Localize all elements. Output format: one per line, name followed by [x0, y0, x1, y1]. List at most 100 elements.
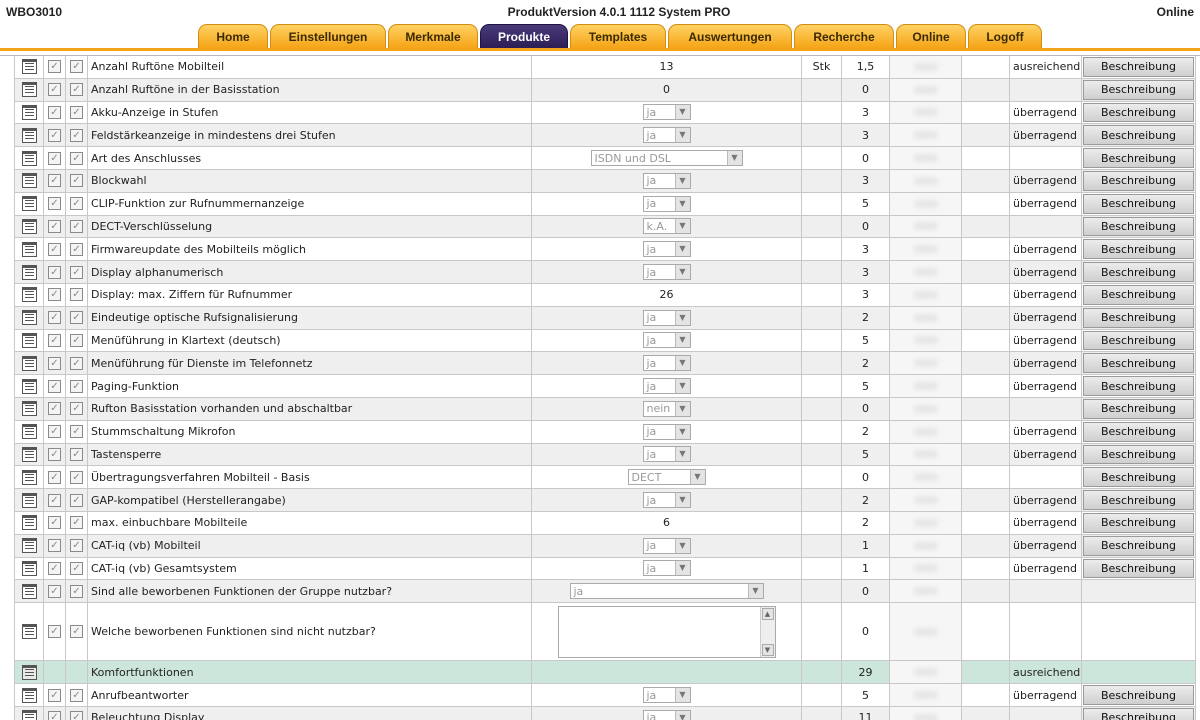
- active-checkbox[interactable]: ✓: [48, 174, 61, 188]
- checkbox-cell-active[interactable]: ✓: [44, 329, 66, 353]
- feature-value-cell[interactable]: 6: [532, 512, 802, 535]
- visible-checkbox[interactable]: ✓: [70, 402, 83, 416]
- chevron-down-icon[interactable]: ▼: [674, 401, 690, 416]
- tab-templates[interactable]: Templates: [570, 24, 666, 48]
- edit-document-icon[interactable]: [21, 378, 37, 394]
- value-select[interactable]: nein ▼: [642, 400, 691, 417]
- visible-checkbox[interactable]: ✓: [70, 105, 83, 119]
- checkbox-cell-visible[interactable]: ✓: [66, 375, 88, 398]
- value-select[interactable]: ja ▼: [642, 195, 691, 212]
- checkbox-cell-active[interactable]: ✓: [44, 170, 66, 193]
- description-button[interactable]: Beschreibung: [1083, 239, 1194, 260]
- checkbox-cell-visible[interactable]: ✓: [66, 78, 88, 102]
- feature-value-cell[interactable]: nein ▼: [532, 398, 802, 421]
- feature-value-cell[interactable]: ja ▼: [532, 101, 802, 125]
- edit-document-icon[interactable]: [21, 687, 37, 703]
- doc-icon-cell[interactable]: [14, 124, 44, 148]
- feature-value-cell[interactable]: ja ▼: [532, 707, 802, 720]
- feature-value-cell[interactable]: ja ▼: [532, 261, 802, 284]
- chevron-down-icon[interactable]: ▼: [674, 379, 690, 394]
- doc-icon-cell[interactable]: [14, 580, 44, 604]
- description-button[interactable]: Beschreibung: [1083, 330, 1194, 351]
- value-select[interactable]: DECT ▼: [627, 469, 706, 486]
- value-text[interactable]: 13: [660, 60, 674, 73]
- active-checkbox[interactable]: ✓: [48, 333, 61, 347]
- feature-value-cell[interactable]: 0: [532, 78, 802, 102]
- visible-checkbox[interactable]: ✓: [70, 470, 83, 484]
- checkbox-cell-active[interactable]: ✓: [44, 215, 66, 239]
- checkbox-cell-active[interactable]: ✓: [44, 512, 66, 535]
- description-button-cell[interactable]: Beschreibung: [1082, 192, 1196, 216]
- feature-value-cell[interactable]: k.A. ▼: [532, 215, 802, 239]
- visible-checkbox[interactable]: ✓: [70, 711, 83, 720]
- checkbox-cell-active[interactable]: ✓: [44, 101, 66, 125]
- feature-value-cell[interactable]: ja ▼: [532, 352, 802, 376]
- doc-icon-cell[interactable]: [14, 557, 44, 581]
- active-checkbox[interactable]: ✓: [48, 539, 61, 553]
- description-button[interactable]: Beschreibung: [1083, 125, 1194, 146]
- active-checkbox[interactable]: ✓: [48, 105, 61, 119]
- value-select[interactable]: ja ▼: [642, 378, 691, 395]
- checkbox-cell-visible[interactable]: ✓: [66, 684, 88, 707]
- edit-document-icon[interactable]: [21, 710, 37, 720]
- doc-icon-cell[interactable]: [14, 603, 44, 662]
- description-button[interactable]: Beschreibung: [1083, 307, 1194, 328]
- scroll-up-icon[interactable]: ▲: [761, 607, 774, 620]
- checkbox-cell-visible[interactable]: ✓: [66, 707, 88, 720]
- chevron-down-icon[interactable]: ▼: [674, 105, 690, 120]
- description-button-cell[interactable]: Beschreibung: [1082, 147, 1196, 170]
- description-button-cell[interactable]: Beschreibung: [1082, 329, 1196, 353]
- visible-checkbox[interactable]: ✓: [70, 197, 83, 211]
- visible-checkbox[interactable]: ✓: [70, 219, 83, 233]
- edit-document-icon[interactable]: [21, 446, 37, 462]
- active-checkbox[interactable]: ✓: [48, 83, 61, 97]
- checkbox-cell-active[interactable]: ✓: [44, 534, 66, 558]
- visible-checkbox[interactable]: ✓: [70, 242, 83, 256]
- chevron-down-icon[interactable]: ▼: [689, 470, 705, 485]
- checkbox-cell-active[interactable]: ✓: [44, 580, 66, 604]
- edit-document-icon[interactable]: [21, 264, 37, 280]
- description-button-cell[interactable]: Beschreibung: [1082, 557, 1196, 581]
- checkbox-cell-visible[interactable]: ✓: [66, 170, 88, 193]
- checkbox-cell-active[interactable]: ✓: [44, 192, 66, 216]
- description-button-cell[interactable]: Beschreibung: [1082, 352, 1196, 376]
- feature-value-cell[interactable]: ja ▼: [532, 124, 802, 148]
- description-button[interactable]: Beschreibung: [1083, 353, 1194, 374]
- checkbox-cell-active[interactable]: ✓: [44, 124, 66, 148]
- value-select[interactable]: ja ▼: [642, 355, 691, 372]
- chevron-down-icon[interactable]: ▼: [674, 688, 690, 703]
- edit-document-icon[interactable]: [21, 492, 37, 508]
- visible-checkbox[interactable]: ✓: [70, 265, 83, 279]
- chevron-down-icon[interactable]: ▼: [674, 242, 690, 257]
- checkbox-cell-visible[interactable]: ✓: [66, 306, 88, 330]
- active-checkbox[interactable]: ✓: [48, 311, 61, 325]
- doc-icon-cell[interactable]: [14, 466, 44, 490]
- doc-icon-cell[interactable]: [14, 238, 44, 262]
- checkbox-cell-active[interactable]: ✓: [44, 56, 66, 79]
- visible-checkbox[interactable]: ✓: [70, 333, 83, 347]
- feature-value-cell[interactable]: DECT ▼: [532, 466, 802, 490]
- feature-value-cell[interactable]: ISDN und DSL ▼: [532, 147, 802, 170]
- chevron-down-icon[interactable]: ▼: [674, 561, 690, 576]
- textarea-scrollbar[interactable]: ▲ ▼: [759, 606, 775, 657]
- description-button[interactable]: Beschreibung: [1083, 285, 1194, 305]
- description-button-cell[interactable]: Beschreibung: [1082, 124, 1196, 148]
- chevron-down-icon[interactable]: ▼: [674, 493, 690, 508]
- edit-document-icon[interactable]: [21, 59, 37, 75]
- description-button[interactable]: Beschreibung: [1083, 490, 1194, 510]
- value-select[interactable]: ja ▼: [642, 309, 691, 326]
- active-checkbox[interactable]: ✓: [48, 242, 61, 256]
- tab-online[interactable]: Online: [896, 24, 966, 48]
- value-select[interactable]: ja ▼: [642, 537, 691, 554]
- value-select[interactable]: ja ▼: [642, 332, 691, 349]
- description-button[interactable]: Beschreibung: [1083, 467, 1194, 488]
- description-button[interactable]: Beschreibung: [1083, 262, 1194, 282]
- active-checkbox[interactable]: ✓: [48, 711, 61, 720]
- scroll-down-icon[interactable]: ▼: [761, 643, 774, 656]
- description-button-cell[interactable]: Beschreibung: [1082, 306, 1196, 330]
- edit-document-icon[interactable]: [21, 82, 37, 98]
- description-button-cell[interactable]: Beschreibung: [1082, 170, 1196, 193]
- value-select[interactable]: ja ▼: [642, 423, 691, 440]
- checkbox-cell-visible[interactable]: ✓: [66, 215, 88, 239]
- visible-checkbox[interactable]: ✓: [70, 379, 83, 393]
